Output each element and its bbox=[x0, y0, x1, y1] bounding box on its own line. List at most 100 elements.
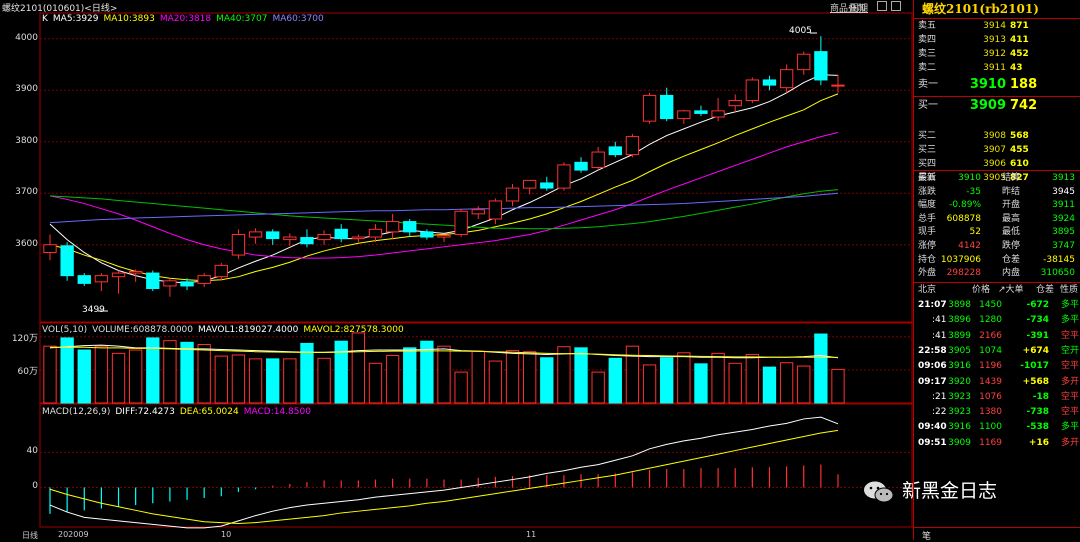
volume-bar bbox=[403, 347, 417, 404]
vol-legend-item-0: VOL(5,10) bbox=[42, 325, 88, 335]
buy-level-row: 买一 3909 742 bbox=[914, 99, 1080, 116]
candle-body bbox=[420, 231, 434, 238]
stat-label: 开盘 bbox=[1002, 200, 1021, 211]
stat-label: 幅度 bbox=[918, 200, 937, 211]
candle-body bbox=[745, 79, 760, 102]
tick-row[interactable]: 21:07 3898 1450 -672 多平 bbox=[914, 298, 1080, 312]
candle-body bbox=[128, 271, 143, 274]
level-label: 卖一 bbox=[918, 79, 938, 90]
volume-bar bbox=[591, 371, 605, 404]
tick-time: 09:17 bbox=[918, 376, 947, 387]
volume-bar bbox=[779, 362, 794, 404]
candle-body bbox=[94, 275, 109, 283]
volume-bar bbox=[43, 345, 57, 404]
candle-body bbox=[248, 231, 263, 238]
tick-row[interactable]: 22:58 3905 1074 +674 空开 bbox=[914, 344, 1080, 358]
candle-body bbox=[317, 233, 331, 241]
candle-body bbox=[625, 136, 640, 156]
vol-legend-item-1: VOLUME:608878.0000 bbox=[92, 325, 194, 335]
level-price: 3908 bbox=[983, 131, 1006, 141]
candle-body bbox=[779, 69, 794, 89]
stat-label: 仓差 bbox=[1002, 254, 1021, 265]
level-price: 3913 bbox=[983, 35, 1006, 45]
tick-oi-change: -738 bbox=[1026, 407, 1049, 418]
tick-time: :41 bbox=[932, 330, 947, 341]
stat-row: 总手 608878 最高 3924 bbox=[914, 213, 1080, 226]
stat-label: 最低 bbox=[1002, 227, 1021, 238]
level-price: 3911 bbox=[983, 63, 1006, 73]
candle-body bbox=[471, 209, 485, 215]
tick-header: 北京 价格 ↗大单 仓差 性质 bbox=[914, 283, 1080, 297]
x-label-month-10: 10 bbox=[221, 530, 232, 539]
tick-row[interactable]: :21 3923 1076 -18 空平 bbox=[914, 390, 1080, 404]
volume-bar bbox=[694, 363, 708, 404]
level-label: 买二 bbox=[918, 131, 937, 141]
candle-body bbox=[591, 151, 605, 169]
quote-panel: 螺纹2101(rb2101) 卖五 3914 871 卖四 3913 411 卖三 3912 4… bbox=[913, 0, 1080, 542]
tick-row[interactable]: 09:06 3916 1196 -1017 空平 bbox=[914, 359, 1080, 373]
zoom-box-icon[interactable] bbox=[877, 1, 887, 11]
volume-bar bbox=[540, 357, 554, 404]
stat-label: 最新 bbox=[918, 173, 937, 183]
x-label-month-11: 11 bbox=[526, 530, 537, 539]
kline-chart-svg bbox=[39, 12, 913, 529]
tick-row[interactable]: 09:17 3920 1439 +568 多开 bbox=[914, 375, 1080, 389]
tick-time: :41 bbox=[932, 315, 947, 326]
macd-legend: MACD(12,26,9) DIFF:72.4273 DEA:65.0024 MACD… bbox=[42, 407, 316, 417]
sell-level-row: 卖二 3911 43 bbox=[914, 62, 1080, 75]
zoom-box-icon-2[interactable] bbox=[891, 1, 901, 11]
y-tick-label-price: 3900 bbox=[15, 84, 38, 95]
stat-value: -0.89% bbox=[949, 200, 981, 211]
tick-header-vol: ↗大单 bbox=[998, 285, 1024, 295]
candle-body bbox=[608, 146, 622, 156]
volume-bar bbox=[677, 352, 691, 404]
tick-oi-change: -672 bbox=[1026, 300, 1049, 310]
candle-body bbox=[728, 100, 742, 107]
level-price: 3914 bbox=[983, 21, 1006, 31]
candle-body bbox=[505, 187, 520, 202]
tick-row[interactable]: :41 3896 1280 -734 多平 bbox=[914, 313, 1080, 327]
ma-legend-item-1: MA5:3929 bbox=[52, 14, 99, 24]
candle-body bbox=[403, 221, 417, 233]
stat-label: 总手 bbox=[918, 213, 937, 224]
panel-frame bbox=[39, 403, 913, 528]
y-tick-label-macd: 40 bbox=[26, 446, 38, 457]
candle-body bbox=[180, 281, 194, 287]
buy-level-row: 买三 3907 455 bbox=[914, 144, 1080, 157]
y-tick-label-price: 3800 bbox=[15, 135, 38, 146]
tick-nature: 多平 bbox=[1060, 315, 1079, 326]
tick-row[interactable]: :41 3899 2166 -391 空平 bbox=[914, 329, 1080, 343]
stat-value: 310650 bbox=[1040, 268, 1075, 279]
tab-trades[interactable]: 笔 bbox=[922, 529, 931, 542]
vol-legend-item-2: MAVOL1:819027.4000 bbox=[198, 325, 299, 335]
stat-row: 持仓 1037906 仓差 -38145 bbox=[914, 254, 1080, 267]
tick-price: 3923 bbox=[948, 391, 971, 402]
tick-price: 3905 bbox=[948, 345, 971, 356]
tick-price: 3909 bbox=[948, 437, 971, 448]
tick-row[interactable]: 09:40 3916 1100 -538 多平 bbox=[914, 420, 1080, 434]
high-callout: 4005 bbox=[789, 26, 812, 36]
candle-body bbox=[831, 84, 845, 87]
low-callout: 3499 bbox=[82, 305, 105, 315]
sell-level-row: 卖五 3914 871 bbox=[914, 20, 1080, 33]
stat-value: 3913 bbox=[1052, 173, 1075, 183]
stat-value: 52 bbox=[969, 227, 981, 238]
ma-legend-item-0: K bbox=[42, 14, 48, 24]
volume-bar bbox=[797, 365, 811, 404]
period-link[interactable]: 周期 bbox=[850, 1, 868, 14]
macd-legend-item-1: DIFF:72.4273 bbox=[115, 407, 175, 417]
candle-body bbox=[300, 237, 314, 245]
tick-time: 09:51 bbox=[918, 437, 947, 448]
panel-tab-bar: 笔 bbox=[914, 527, 1080, 542]
stat-label: 昨结 bbox=[1002, 186, 1021, 197]
tick-row[interactable]: :22 3923 1380 -738 空平 bbox=[914, 405, 1080, 419]
ma-legend-item-4: MA40:3707 bbox=[216, 14, 268, 24]
tick-nature: 多平 bbox=[1060, 422, 1079, 433]
kline-chart-area[interactable]: 螺纹2101(010601)<日线> 商品叠加 周期 K MA5:3929 MA10… bbox=[0, 0, 913, 540]
tick-row[interactable]: 09:51 3909 1169 +16 多开 bbox=[914, 436, 1080, 450]
volume-bar bbox=[111, 352, 126, 404]
volume-bar bbox=[745, 353, 760, 404]
stat-row: 涨停 4142 跌停 3747 bbox=[914, 240, 1080, 253]
stat-value: 3924 bbox=[1052, 213, 1075, 224]
tick-time: 22:58 bbox=[918, 345, 947, 356]
